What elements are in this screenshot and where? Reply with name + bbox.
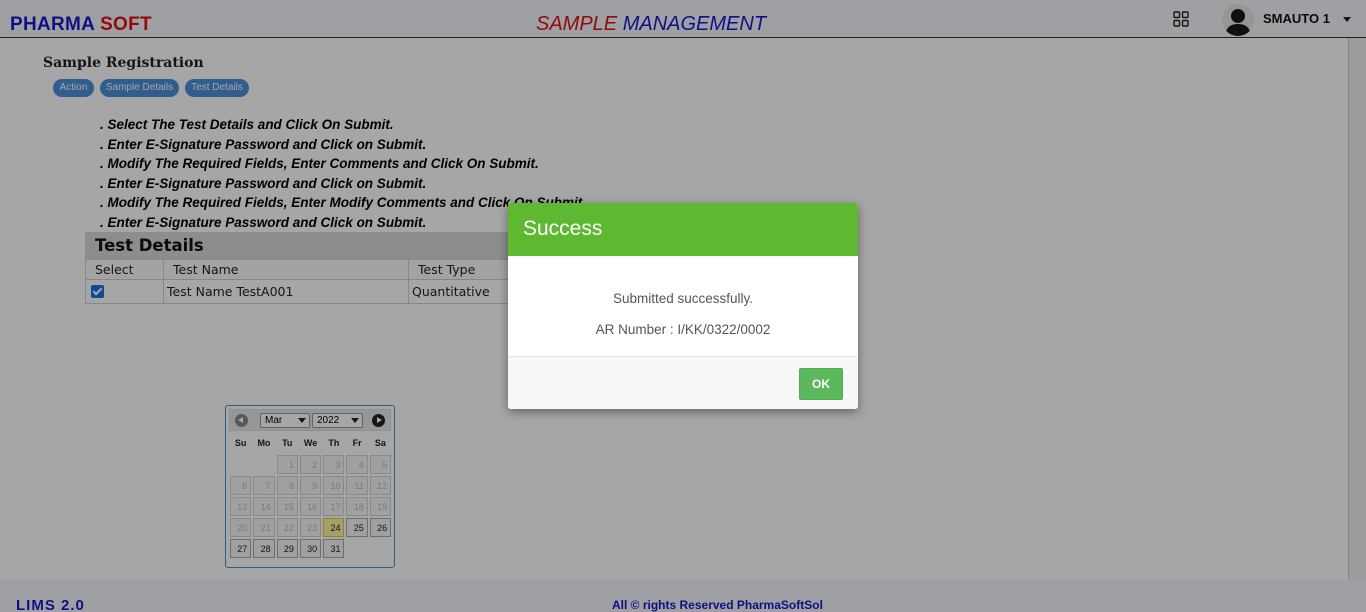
success-dialog: Success Submitted successfully. AR Numbe… — [508, 203, 858, 409]
dialog-message: Submitted successfully. — [612, 291, 754, 306]
dialog-title: Success — [508, 203, 858, 256]
dialog-body: Submitted successfully. AR Number : I/KK… — [508, 256, 858, 356]
ar-number-text: AR Number : I/KK/0322/0002 — [595, 322, 771, 337]
dialog-footer: OK — [508, 356, 858, 409]
ok-button[interactable]: OK — [799, 368, 843, 400]
